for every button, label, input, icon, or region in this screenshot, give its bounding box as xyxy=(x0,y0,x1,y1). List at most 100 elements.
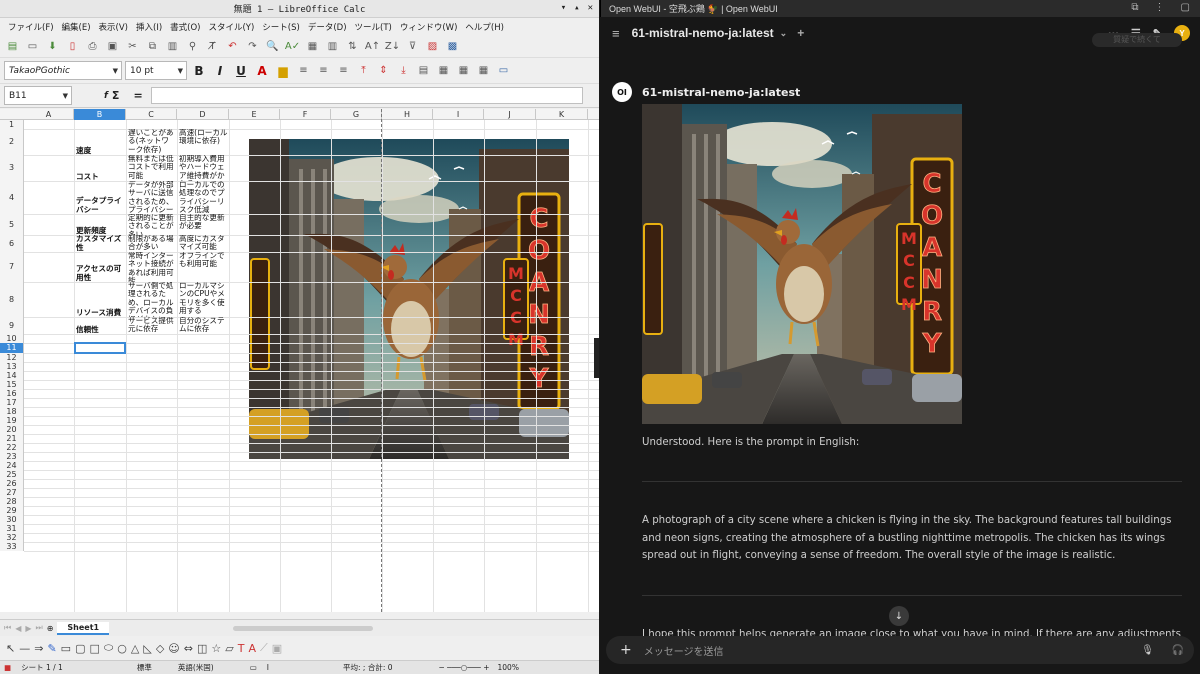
column-header[interactable]: H xyxy=(382,109,433,120)
font-name-combo[interactable]: TakaoPGothic ▼ xyxy=(4,61,122,80)
column-icon[interactable]: ▥ xyxy=(324,39,341,55)
minimize-icon[interactable]: ▾ xyxy=(561,3,566,13)
table-cell[interactable]: 自主的な更新が必要 xyxy=(179,214,228,235)
column-header[interactable]: B xyxy=(74,109,126,120)
square-icon[interactable]: □ xyxy=(89,642,99,655)
row-header[interactable]: 6 xyxy=(0,235,24,252)
row-header[interactable]: 9 xyxy=(0,317,24,334)
horizontal-scrollbar[interactable] xyxy=(233,625,374,631)
table-cell[interactable]: オフラインでも利用可能 xyxy=(179,252,228,282)
table-cell[interactable]: ローカルでの処理なのでプライバシーリスク低減 xyxy=(179,181,228,214)
table-cell[interactable]: アクセスの可用性 xyxy=(76,252,125,282)
close-icon[interactable]: ✕ xyxy=(588,3,593,13)
menu-item[interactable]: 挿入(I) xyxy=(132,21,166,33)
table-cell[interactable]: 初期導入費用やハードウェア維持費がかかる xyxy=(179,155,228,181)
column-header[interactable]: J xyxy=(484,109,536,120)
block-arrow-icon[interactable]: ⇔ xyxy=(184,642,193,655)
table-cell[interactable]: データが外部サーバに送信されるため、プライバシーリスクあり xyxy=(128,181,176,214)
row-header[interactable]: 5 xyxy=(0,214,24,235)
fontwork-icon[interactable]: A xyxy=(248,642,256,655)
find-icon[interactable]: 🔍 xyxy=(264,39,281,55)
table-cell[interactable]: 信頼性 xyxy=(76,317,125,334)
row-header[interactable]: 21 xyxy=(0,434,24,443)
spellcheck-icon[interactable]: A✓ xyxy=(284,39,301,55)
row-header[interactable]: 11 xyxy=(0,343,24,353)
row-header[interactable]: 8 xyxy=(0,282,24,317)
column-header[interactable]: I xyxy=(433,109,484,120)
font-size-combo[interactable]: 10 pt ▼ xyxy=(125,61,187,80)
autofilter-icon[interactable]: ⊽ xyxy=(404,39,421,55)
mic-icon[interactable]: 🎙 xyxy=(1141,645,1154,656)
sidebar-toggle-icon[interactable]: ≡ xyxy=(612,26,620,41)
cut-icon[interactable]: ✂ xyxy=(124,39,141,55)
menu-dots-icon[interactable]: ⋮ xyxy=(1155,2,1165,13)
row-header[interactable]: 14 xyxy=(0,371,24,380)
extensions-icon[interactable]: ⧉ xyxy=(1131,2,1138,13)
borders-icon[interactable]: ▦ xyxy=(435,63,452,79)
message-input[interactable]: + メッセージを送信 🎙 🎧 xyxy=(606,636,1194,664)
row-header[interactable]: 12 xyxy=(0,353,24,362)
attach-plus-icon[interactable]: + xyxy=(620,642,632,658)
row-header[interactable]: 3 xyxy=(0,155,24,181)
table-cell[interactable]: リソース消費 xyxy=(76,282,125,317)
star-icon[interactable]: ☆ xyxy=(211,642,221,655)
chevron-down-icon[interactable]: ⌄ xyxy=(780,28,788,39)
window-splitter[interactable] xyxy=(594,338,599,378)
border-style-icon[interactable]: ▦ xyxy=(455,63,472,79)
align-middle-icon[interactable]: ⇕ xyxy=(375,63,392,79)
row-header[interactable]: 27 xyxy=(0,488,24,497)
row-header[interactable]: 28 xyxy=(0,497,24,506)
row-header[interactable]: 30 xyxy=(0,515,24,524)
open-icon[interactable]: ▭ xyxy=(24,39,41,55)
prev-sheet-icon[interactable]: ◀ xyxy=(15,624,21,633)
row-header[interactable]: 15 xyxy=(0,380,24,389)
paste-icon[interactable]: ▥ xyxy=(164,39,181,55)
headphones-icon[interactable]: 🎧 xyxy=(1172,645,1184,656)
save-icon[interactable]: ⬇ xyxy=(44,39,61,55)
next-sheet-icon[interactable]: ▶ xyxy=(25,624,31,633)
clear-format-icon[interactable]: T̸ xyxy=(204,39,221,55)
rounded-rect-icon[interactable]: ▢ xyxy=(75,642,85,655)
row-header[interactable]: 13 xyxy=(0,362,24,371)
smiley-icon[interactable]: ☺ xyxy=(168,642,179,655)
row-header[interactable]: 31 xyxy=(0,524,24,533)
line-icon[interactable]: — xyxy=(19,642,30,655)
row-header[interactable]: 18 xyxy=(0,407,24,416)
right-triangle-icon[interactable]: ◺ xyxy=(143,642,151,655)
row-header[interactable]: 25 xyxy=(0,470,24,479)
menu-item[interactable]: シート(S) xyxy=(258,21,304,33)
active-cell[interactable] xyxy=(74,342,126,354)
table-cell[interactable]: 無料または低コストで利用可能 xyxy=(128,155,176,181)
row-header[interactable]: 23 xyxy=(0,452,24,461)
highlight-button[interactable]: ▆ xyxy=(274,64,292,78)
row-header[interactable]: 24 xyxy=(0,461,24,470)
column-header[interactable]: C xyxy=(126,109,177,120)
table-cell[interactable]: サーバ側で処理されるため、ローカルデバイスの負担が少ない xyxy=(128,282,176,317)
formula-input[interactable] xyxy=(150,87,583,104)
sort-icon[interactable]: ⇅ xyxy=(344,39,361,55)
maximize-icon[interactable]: ▴ xyxy=(574,3,579,13)
scroll-down-icon[interactable]: ↓ xyxy=(889,606,909,626)
table-cell[interactable]: 高速(ローカル環境に依存) xyxy=(179,129,228,155)
sheet-tab[interactable]: Sheet1 xyxy=(57,621,110,635)
row-header[interactable]: 33 xyxy=(0,542,24,551)
row-header[interactable]: 16 xyxy=(0,389,24,398)
row-header[interactable]: 20 xyxy=(0,425,24,434)
copy-icon[interactable]: ⧉ xyxy=(144,39,161,55)
generated-chicken-image[interactable]: COANRYMCCM xyxy=(642,104,962,424)
table-cell[interactable]: 常時インターネット接続があれば利用可能 xyxy=(128,252,176,282)
font-color-button[interactable]: A xyxy=(253,64,271,78)
column-header[interactable]: G xyxy=(331,109,382,120)
align-left-icon[interactable]: ≡ xyxy=(295,63,312,79)
diamond-icon[interactable]: ◇ xyxy=(156,642,164,655)
redo-icon[interactable]: ↷ xyxy=(244,39,261,55)
menu-item[interactable]: ファイル(F) xyxy=(4,21,58,33)
column-header[interactable]: A xyxy=(24,109,74,120)
function-wizard-icon[interactable]: f xyxy=(104,91,108,101)
table-cell[interactable]: 自分のシステムに依存 xyxy=(179,317,228,334)
row-header[interactable]: 29 xyxy=(0,506,24,515)
menu-item[interactable]: ツール(T) xyxy=(351,21,396,33)
first-sheet-icon[interactable]: ⏮ xyxy=(4,623,11,633)
row-header[interactable]: 22 xyxy=(0,443,24,452)
formula-icon[interactable]: = xyxy=(133,89,142,102)
